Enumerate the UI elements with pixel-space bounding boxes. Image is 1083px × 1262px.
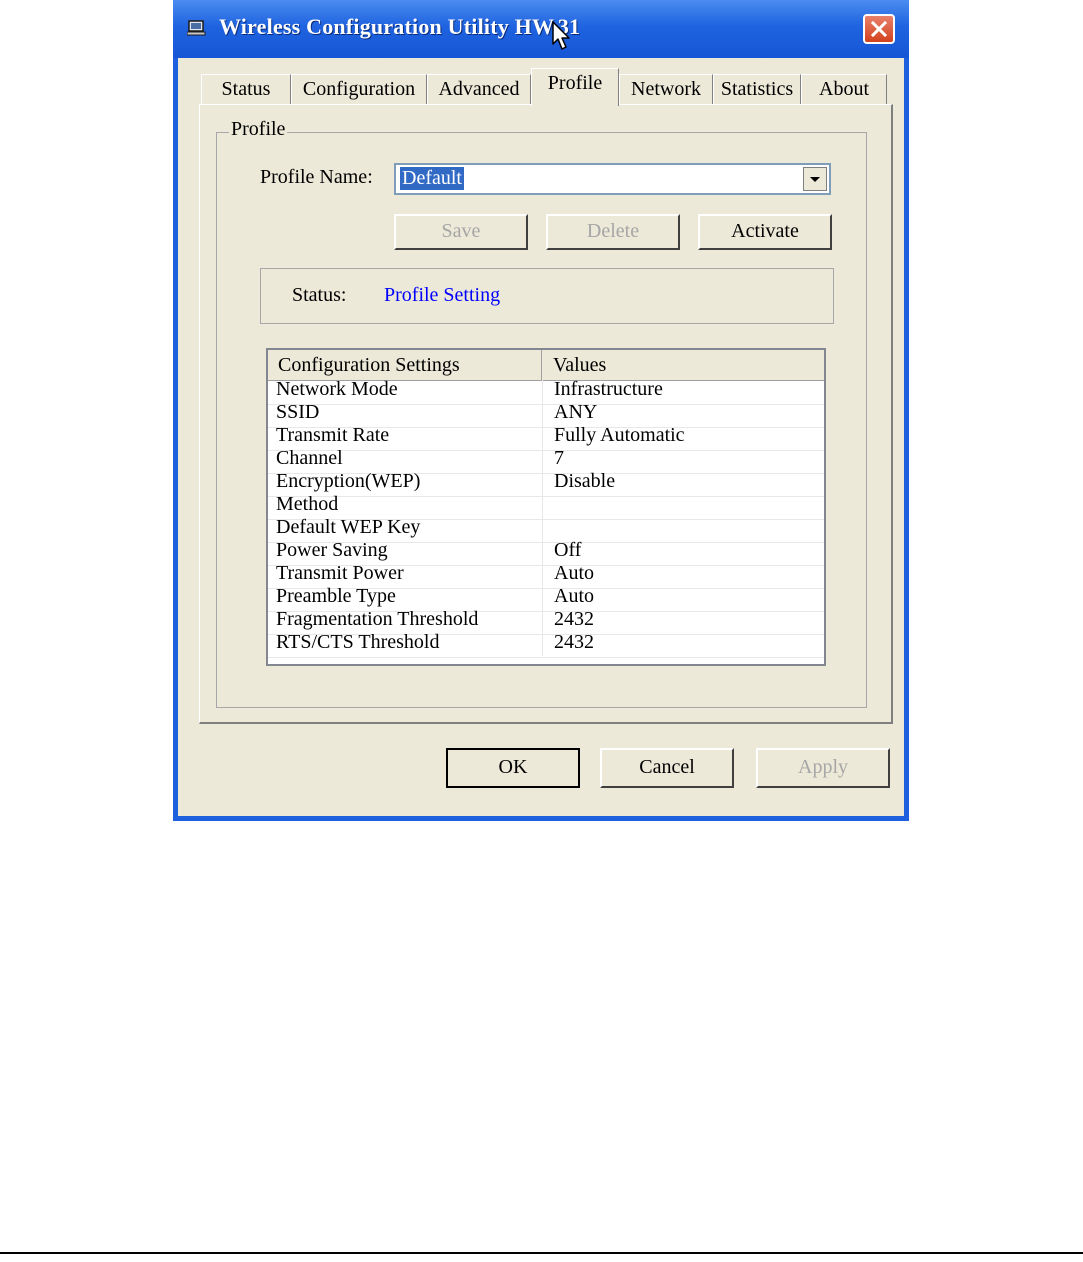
column-header-settings[interactable]: Configuration Settings	[268, 350, 542, 380]
tab-profile[interactable]: Profile	[531, 68, 619, 106]
tab-configuration[interactable]: Configuration	[291, 74, 427, 104]
tab-network[interactable]: Network	[619, 74, 713, 104]
setting-name: Transmit Rate	[276, 424, 390, 446]
close-icon	[870, 20, 888, 38]
status-value: Profile Setting	[384, 284, 501, 306]
dialog-client-area: Status Configuration Advanced Profile Ne…	[178, 58, 904, 816]
setting-name: SSID	[276, 401, 320, 423]
setting-name: Power Saving	[276, 539, 388, 561]
network-computer-icon	[187, 20, 206, 36]
profile-name-label: Profile Name:	[260, 166, 373, 188]
setting-name: Preamble Type	[276, 585, 396, 607]
column-header-values[interactable]: Values	[543, 350, 819, 380]
ok-button[interactable]: OK	[446, 748, 580, 788]
row-gridline	[268, 657, 824, 658]
mouse-pointer-icon	[552, 21, 570, 50]
setting-value: Infrastructure	[554, 378, 663, 400]
profile-group-label: Profile	[229, 118, 288, 141]
setting-name: Channel	[276, 447, 343, 469]
cancel-button[interactable]: Cancel	[600, 748, 734, 788]
setting-value: 7	[554, 447, 564, 469]
tab-status[interactable]: Status	[201, 74, 291, 104]
profile-name-value: Default	[400, 167, 464, 190]
app-window: Wireless Configuration Utility HW.31 Sta…	[173, 0, 909, 821]
setting-value: Auto	[554, 585, 594, 607]
setting-value: Auto	[554, 562, 594, 584]
list-header: Configuration Settings Values	[268, 350, 824, 381]
window-title: Wireless Configuration Utility HW.31	[219, 14, 581, 39]
profile-dropdown-button[interactable]	[803, 167, 827, 191]
setting-name: Method	[276, 493, 339, 515]
setting-value: Off	[554, 539, 582, 561]
setting-name: Fragmentation Threshold	[276, 608, 479, 630]
save-button[interactable]: Save	[394, 214, 528, 250]
configuration-settings-list[interactable]: Configuration Settings Values Network Mo…	[266, 348, 826, 666]
table-row[interactable]: Network Mode Infrastructure	[268, 378, 824, 404]
setting-name: Default WEP Key	[276, 516, 421, 538]
status-label: Status:	[292, 284, 347, 306]
apply-button[interactable]: Apply	[756, 748, 890, 788]
profile-name-combobox[interactable]: Default	[394, 163, 831, 195]
tab-statistics[interactable]: Statistics	[713, 74, 801, 104]
setting-value: Fully Automatic	[554, 424, 685, 446]
setting-value: Disable	[554, 470, 616, 492]
setting-value: 2432	[554, 631, 594, 653]
delete-button[interactable]: Delete	[546, 214, 680, 250]
setting-name: Transmit Power	[276, 562, 404, 584]
setting-value: ANY	[554, 401, 598, 423]
tab-about[interactable]: About	[801, 74, 887, 104]
page-bottom-rule	[0, 1252, 1083, 1254]
table-row[interactable]: Transmit Rate Fully Automatic	[268, 424, 824, 450]
setting-name: Encryption(WEP)	[276, 470, 421, 492]
activate-button[interactable]: Activate	[698, 214, 832, 250]
setting-name: RTS/CTS Threshold	[276, 631, 440, 653]
table-row[interactable]: Encryption(WEP) Disable	[268, 470, 824, 496]
close-button[interactable]	[863, 14, 895, 44]
setting-name: Network Mode	[276, 378, 398, 400]
chevron-down-icon	[810, 177, 820, 182]
tab-advanced[interactable]: Advanced	[427, 74, 531, 104]
table-row[interactable]: RTS/CTS Threshold 2432	[268, 631, 824, 657]
title-bar[interactable]: Wireless Configuration Utility HW.31	[173, 0, 909, 58]
setting-value: 2432	[554, 608, 594, 630]
